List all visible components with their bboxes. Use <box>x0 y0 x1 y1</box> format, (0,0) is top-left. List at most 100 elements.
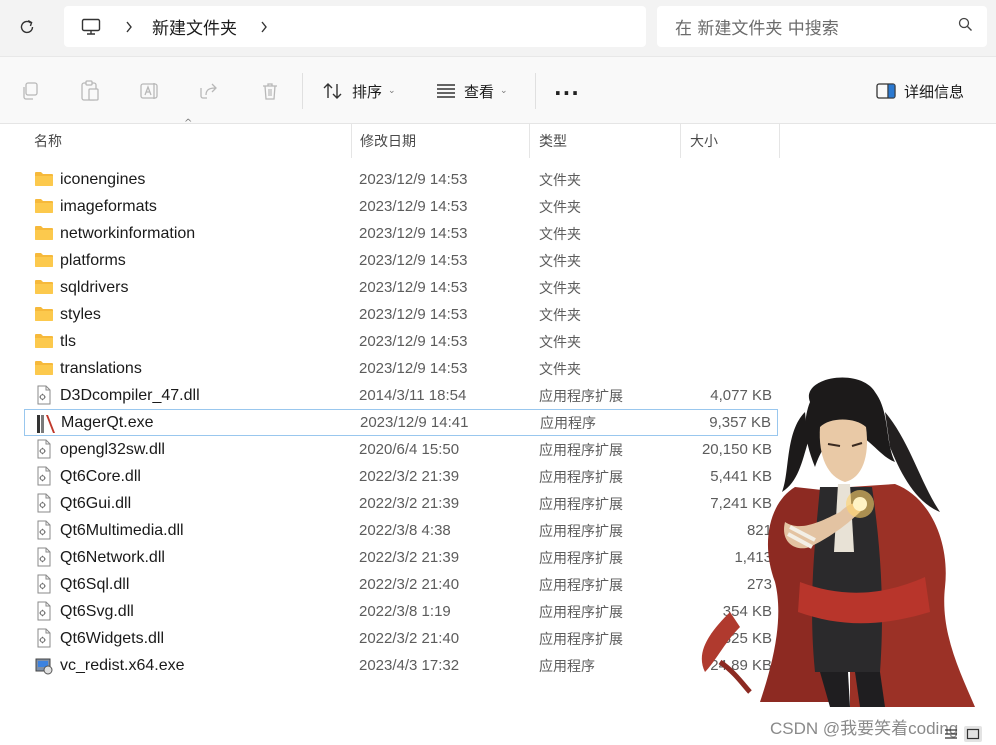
file-modified-date: 2023/12/9 14:53 <box>359 279 468 296</box>
delete-icon[interactable] <box>258 79 282 103</box>
details-pane-icon <box>876 83 896 99</box>
search-icon <box>958 17 973 36</box>
folder-icon <box>34 223 54 243</box>
dll-file-icon <box>34 439 54 459</box>
sort-icon <box>323 83 342 99</box>
file-row[interactable]: Qt6Svg.dll 2022/3/8 1:19 应用程序扩展 354 KB <box>24 598 778 625</box>
file-type: 文件夹 <box>539 361 581 378</box>
file-name: opengl32sw.dll <box>60 440 165 458</box>
view-button[interactable]: 查看 ⌄ <box>436 75 508 107</box>
file-row[interactable]: iconengines 2023/12/9 14:53 文件夹 <box>24 166 778 193</box>
file-modified-date: 2022/3/2 21:40 <box>359 576 460 593</box>
folder-icon <box>34 196 54 216</box>
column-header-type[interactable]: 类型 <box>529 124 681 158</box>
file-row[interactable]: Qt6Multimedia.dll 2022/3/8 4:38 应用程序扩展 821 <box>24 517 778 544</box>
refresh-button[interactable] <box>12 12 42 42</box>
toolbar-divider <box>535 73 536 109</box>
file-name: D3Dcompiler_47.dll <box>60 386 200 404</box>
toolbar-divider <box>302 73 303 109</box>
file-name: Qt6Svg.dll <box>60 602 134 620</box>
file-modified-date: 2022/3/8 4:38 <box>359 522 451 539</box>
column-headers: 名称 ^ 修改日期 类型 大小 <box>24 118 784 158</box>
file-row[interactable]: sqldrivers 2023/12/9 14:53 文件夹 <box>24 274 778 301</box>
view-toggle <box>942 726 982 742</box>
rename-icon[interactable] <box>138 79 162 103</box>
tiles-view-icon[interactable] <box>964 726 982 742</box>
file-name: Qt6Core.dll <box>60 467 141 485</box>
file-row[interactable]: platforms 2023/12/9 14:53 文件夹 <box>24 247 778 274</box>
file-row[interactable]: vc_redist.x64.exe 2023/4/3 17:32 应用程序 24,89… <box>24 652 778 679</box>
folder-icon <box>34 358 54 378</box>
file-modified-date: 2023/12/9 14:53 <box>359 171 468 188</box>
file-row[interactable]: D3Dcompiler_47.dll 2014/3/11 18:54 应用程序扩展 4… <box>24 382 778 409</box>
file-name: Qt6Gui.dll <box>60 494 132 512</box>
file-row[interactable]: Qt6Core.dll 2022/3/2 21:39 应用程序扩展 5,441 KB <box>24 463 778 490</box>
this-pc-icon[interactable] <box>80 16 102 38</box>
details-view-icon[interactable] <box>942 726 960 742</box>
details-pane-button[interactable]: 详细信息 <box>876 75 964 107</box>
chevron-down-icon: ⌄ <box>388 86 396 96</box>
file-row[interactable]: MagerQt.exe 2023/12/9 14:41 应用程序 9,357 KB <box>24 409 778 436</box>
details-label: 详细信息 <box>904 82 965 101</box>
dll-file-icon <box>34 601 54 621</box>
dll-file-icon <box>34 385 54 405</box>
chevron-right-icon[interactable] <box>122 21 136 33</box>
address-box[interactable]: 新建文件夹 <box>64 6 646 47</box>
file-name: Qt6Widgets.dll <box>60 629 165 647</box>
file-row[interactable]: translations 2023/12/9 14:53 文件夹 <box>24 355 778 382</box>
dll-file-icon <box>34 520 54 540</box>
file-row[interactable]: opengl32sw.dll 2020/6/4 15:50 应用程序扩展 20,150… <box>24 436 778 463</box>
file-row[interactable]: Qt6Gui.dll 2022/3/2 21:39 应用程序扩展 7,241 KB <box>24 490 778 517</box>
file-type: 文件夹 <box>539 199 581 216</box>
sort-button[interactable]: 排序 ⌄ <box>322 75 396 107</box>
file-type: 应用程序扩展 <box>539 604 623 621</box>
folder-icon <box>34 250 54 270</box>
command-bar: 排序 ⌄ 查看 ⌄ ··· 详细信息 <box>0 56 996 124</box>
folder-icon <box>34 169 54 189</box>
file-name: imageformats <box>60 197 157 215</box>
share-icon[interactable] <box>198 79 222 103</box>
refresh-icon <box>20 19 34 34</box>
file-type: 文件夹 <box>539 334 581 351</box>
file-name: platforms <box>60 251 126 269</box>
file-row[interactable]: Qt6Network.dll 2022/3/2 21:39 应用程序扩展 1,413 <box>24 544 778 571</box>
file-row[interactable]: Qt6Sql.dll 2022/3/2 21:40 应用程序扩展 273 <box>24 571 778 598</box>
file-row[interactable]: networkinformation 2023/12/9 14:53 文件夹 <box>24 220 778 247</box>
more-options-button[interactable]: ··· <box>554 81 580 105</box>
file-type: 文件夹 <box>539 307 581 324</box>
breadcrumb-current-folder[interactable]: 新建文件夹 <box>152 14 237 39</box>
chevron-down-icon: ⌄ <box>500 86 508 96</box>
file-name: Qt6Multimedia.dll <box>60 521 184 539</box>
file-type: 文件夹 <box>539 172 581 189</box>
sort-ascending-icon: ^ <box>184 118 193 129</box>
paste-icon[interactable] <box>78 79 102 103</box>
dll-file-icon <box>34 466 54 486</box>
file-modified-date: 2023/12/9 14:53 <box>359 225 468 242</box>
column-type-label: 类型 <box>539 134 567 150</box>
column-header-size[interactable]: 大小 <box>680 124 780 158</box>
dll-file-icon <box>34 628 54 648</box>
file-modified-date: 2022/3/2 21:40 <box>359 630 460 647</box>
view-label: 查看 <box>464 82 495 101</box>
folder-icon <box>34 304 54 324</box>
sort-label: 排序 <box>352 82 383 101</box>
column-header-name[interactable]: 名称 <box>24 124 352 158</box>
file-type: 文件夹 <box>539 280 581 297</box>
file-type: 应用程序扩展 <box>539 523 623 540</box>
file-modified-date: 2023/4/3 17:32 <box>359 657 460 674</box>
column-header-date[interactable]: 修改日期 <box>350 124 530 158</box>
column-size-label: 大小 <box>690 134 718 150</box>
file-row[interactable]: imageformats 2023/12/9 14:53 文件夹 <box>24 193 778 220</box>
search-input[interactable]: 在 新建文件夹 中搜索 <box>657 6 987 47</box>
chevron-right-icon[interactable] <box>257 21 271 33</box>
file-row[interactable]: tls 2023/12/9 14:53 文件夹 <box>24 328 778 355</box>
file-name: Qt6Network.dll <box>60 548 165 566</box>
file-modified-date: 2023/12/9 14:53 <box>359 252 468 269</box>
dll-file-icon <box>34 547 54 567</box>
file-modified-date: 2023/12/9 14:53 <box>359 198 468 215</box>
dll-file-icon <box>34 574 54 594</box>
watermark-text: CSDN @我要笑着coding <box>770 719 959 738</box>
file-row[interactable]: Qt6Widgets.dll 2022/3/2 21:40 应用程序扩展 5,825 … <box>24 625 778 652</box>
file-row[interactable]: styles 2023/12/9 14:53 文件夹 <box>24 301 778 328</box>
copy-icon[interactable] <box>18 79 42 103</box>
